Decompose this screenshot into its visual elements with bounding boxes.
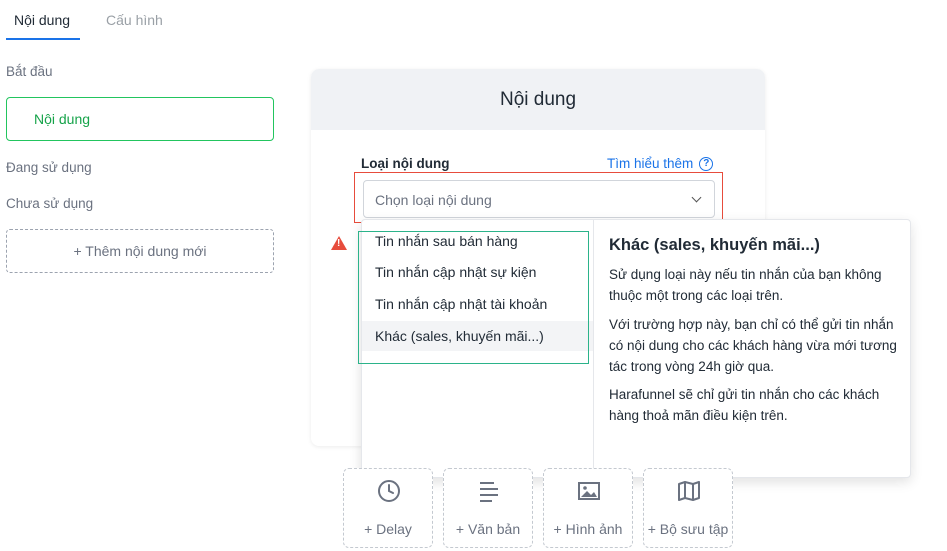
panel-title: Nội dung xyxy=(499,89,577,110)
description-paragraph: Với trường hợp này, bạn chỉ có thể gửi t… xyxy=(609,317,897,374)
in-use-section-label: Đang sử dụng xyxy=(6,160,92,175)
tab-cau-hinh[interactable]: Cấu hình xyxy=(106,12,163,28)
add-image-button[interactable]: + Hình ảnh xyxy=(543,468,633,548)
start-content-item-label: Nội dung xyxy=(34,111,91,127)
add-image-label: + Hình ảnh xyxy=(553,521,623,537)
description-paragraph: Sử dụng loại này nếu tin nhắn của bạn kh… xyxy=(609,267,882,303)
options-highlight-box xyxy=(358,231,589,364)
add-gallery-label: + Bộ sưu tập xyxy=(647,521,729,537)
add-delay-button[interactable]: + Delay xyxy=(343,468,433,548)
tab-noi-dung[interactable]: Nội dung xyxy=(14,12,70,28)
select-highlight-box xyxy=(354,172,723,223)
active-tab-underline xyxy=(6,38,80,40)
map-gallery-icon xyxy=(678,481,700,501)
text-lines-icon xyxy=(480,482,498,502)
content-type-label: Loại nội dung xyxy=(361,156,450,171)
description-title: Khác (sales, khuyến mãi...) xyxy=(609,236,820,254)
add-text-button[interactable]: + Văn bản xyxy=(443,468,533,548)
add-text-label: + Văn bản xyxy=(455,521,521,537)
add-delay-label: + Delay xyxy=(364,521,412,537)
add-gallery-button[interactable]: + Bộ sưu tập xyxy=(643,468,733,548)
start-content-item[interactable]: Nội dung xyxy=(6,97,274,141)
start-section-label: Bắt đầu xyxy=(6,64,53,79)
learn-more-link[interactable]: Tìm hiểu thêm ? xyxy=(607,156,714,171)
add-content-button[interactable]: + Thêm nội dung mới xyxy=(6,229,274,273)
description-paragraph: Harafunnel sẽ chỉ gửi tin nhắn cho các k… xyxy=(609,387,880,423)
warning-icon xyxy=(331,236,347,250)
dropdown-divider xyxy=(593,220,594,477)
image-icon xyxy=(578,482,600,500)
add-content-button-label: + Thêm nội dung mới xyxy=(73,243,207,259)
clock-icon xyxy=(378,480,400,502)
help-circle-icon: ? xyxy=(699,156,714,171)
unused-section-label: Chưa sử dụng xyxy=(6,196,94,211)
learn-more-label: Tìm hiểu thêm xyxy=(607,156,694,171)
